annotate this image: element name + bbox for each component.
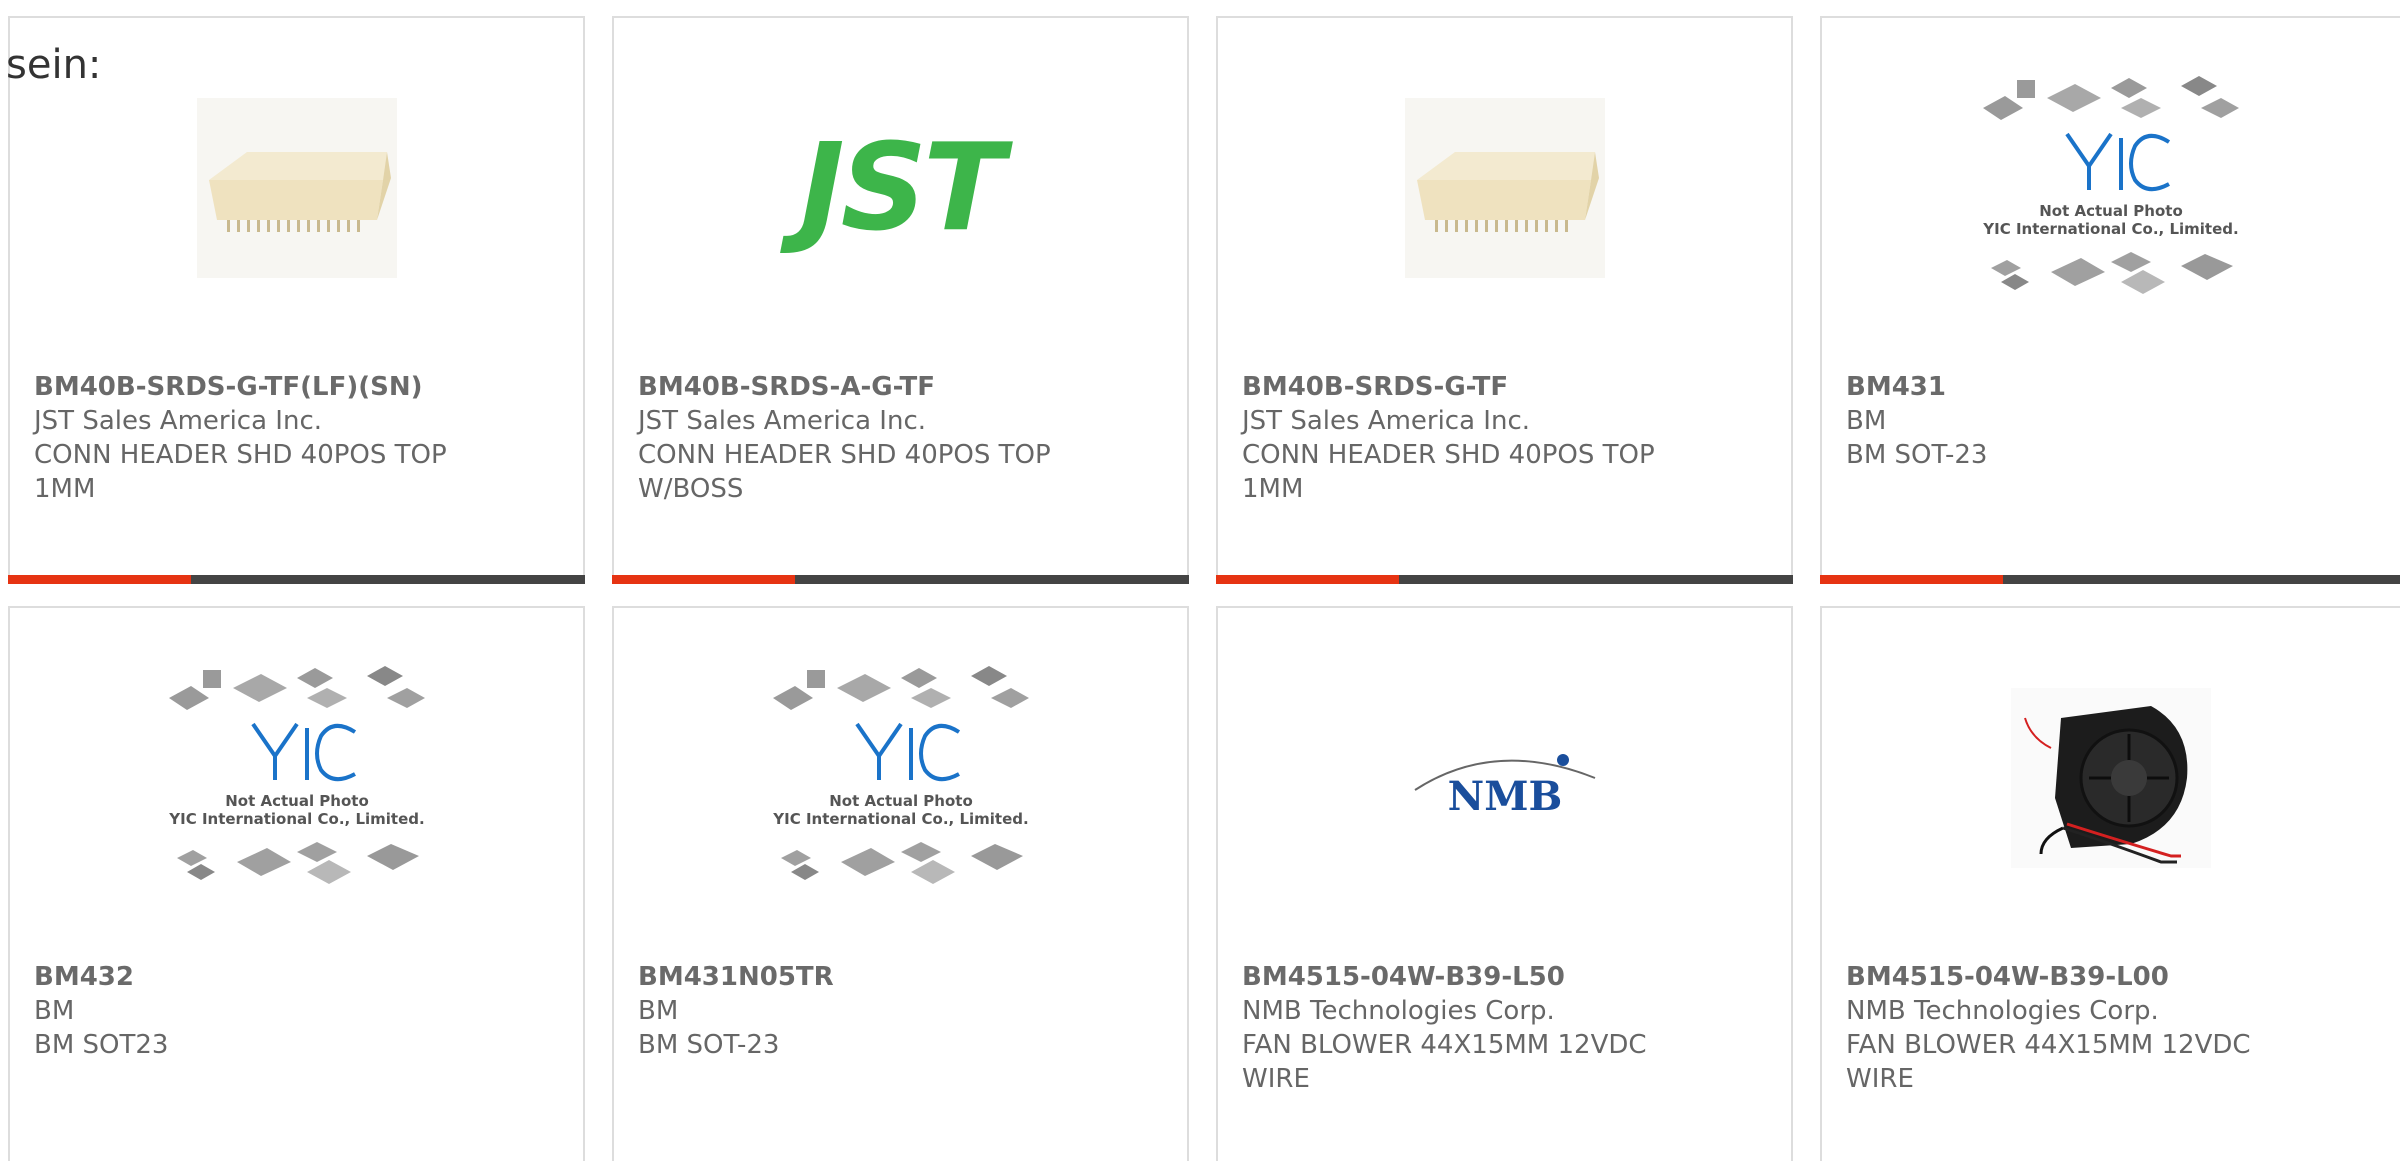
product-info: BM431N05TR BM BM SOT-23	[638, 960, 1163, 1062]
yic-placeholder-image: Not Actual Photo YIC International Co., …	[168, 666, 425, 884]
product-results-page: sein: BM40B-SRDS-G-TF(LF)(SN) JST Sales …	[0, 0, 2400, 1161]
placeholder-caption: YIC International Co., Limited.	[168, 810, 424, 828]
card-accent-bar	[1820, 575, 2003, 584]
description-line: WIRE	[1242, 1064, 1310, 1094]
part-number-link[interactable]: BM40B-SRDS-A-G-TF	[638, 370, 1163, 404]
product-card[interactable]: Not Actual Photo YIC International Co., …	[1820, 16, 2400, 584]
product-info: BM40B-SRDS-G-TF(LF)(SN) JST Sales Americ…	[34, 370, 559, 506]
product-card[interactable]: Not Actual Photo YIC International Co., …	[8, 606, 585, 1161]
yic-placeholder-image: Not Actual Photo YIC International Co., …	[1982, 76, 2239, 294]
placeholder-caption: Not Actual Photo	[225, 792, 369, 810]
part-number-link[interactable]: BM4515-04W-B39-L00	[1846, 960, 2376, 994]
manufacturer: JST Sales America Inc.	[34, 406, 323, 436]
description-line: BM SOT23	[34, 1030, 169, 1060]
part-number-link[interactable]: BM431	[1846, 370, 2376, 404]
product-grid: BM40B-SRDS-G-TF(LF)(SN) JST Sales Americ…	[0, 0, 2400, 1161]
product-info: BM4515-04W-B39-L50 NMB Technologies Corp…	[1242, 960, 1767, 1096]
product-card[interactable]: BM40B-SRDS-G-TF(LF)(SN) JST Sales Americ…	[8, 16, 585, 584]
manufacturer: BM	[1846, 406, 1887, 436]
product-card[interactable]: BM4515-04W-B39-L00 NMB Technologies Corp…	[1820, 606, 2400, 1161]
description-line: CONN HEADER SHD 40POS TOP	[34, 440, 447, 470]
blower-fan-photo	[2011, 688, 2211, 868]
placeholder-caption: Not Actual Photo	[829, 792, 973, 810]
product-image[interactable]: JST	[614, 58, 1187, 318]
product-image[interactable]	[1218, 58, 1791, 318]
placeholder-caption: YIC International Co., Limited.	[772, 810, 1028, 828]
card-bottom-bar	[1820, 575, 2400, 584]
part-number-link[interactable]: BM431N05TR	[638, 960, 1163, 994]
jst-logo-icon: JST	[800, 118, 1005, 258]
product-card[interactable]: NMB BM4515-04W-B39-L50 NMB Technologies …	[1216, 606, 1793, 1161]
description-line: BM SOT-23	[1846, 440, 1988, 470]
product-info: BM4515-04W-B39-L00 NMB Technologies Corp…	[1846, 960, 2376, 1096]
manufacturer: JST Sales America Inc.	[1242, 406, 1531, 436]
yic-placeholder-image: Not Actual Photo YIC International Co., …	[772, 666, 1029, 884]
manufacturer: NMB Technologies Corp.	[1846, 996, 2159, 1026]
product-card[interactable]: Not Actual Photo YIC International Co., …	[612, 606, 1189, 1161]
description-line: 1MM	[1242, 474, 1304, 504]
page-heading: sein:	[6, 42, 102, 88]
description-line: CONN HEADER SHD 40POS TOP	[1242, 440, 1655, 470]
description-line: BM SOT-23	[638, 1030, 780, 1060]
description-line: FAN BLOWER 44X15MM 12VDC	[1846, 1030, 2251, 1060]
product-image[interactable]: Not Actual Photo YIC International Co., …	[10, 648, 583, 908]
part-number-link[interactable]: BM4515-04W-B39-L50	[1242, 960, 1767, 994]
description-line: CONN HEADER SHD 40POS TOP	[638, 440, 1051, 470]
connector-photo	[196, 98, 397, 278]
placeholder-caption: Not Actual Photo	[2039, 202, 2183, 220]
product-info: BM431 BM BM SOT-23	[1846, 370, 2376, 472]
description-line: W/BOSS	[638, 474, 744, 504]
nmb-logo-text: NMB	[1447, 773, 1562, 820]
manufacturer: JST Sales America Inc.	[638, 406, 927, 436]
product-info: BM40B-SRDS-A-G-TF JST Sales America Inc.…	[638, 370, 1163, 506]
card-bottom-bar	[8, 575, 585, 584]
product-image[interactable]: NMB	[1218, 648, 1791, 908]
placeholder-caption: YIC International Co., Limited.	[1982, 220, 2238, 238]
product-info: BM40B-SRDS-G-TF JST Sales America Inc. C…	[1242, 370, 1767, 506]
card-accent-bar	[8, 575, 191, 584]
description-line: 1MM	[34, 474, 96, 504]
manufacturer: BM	[638, 996, 679, 1026]
product-image[interactable]	[10, 58, 583, 318]
connector-photo	[1404, 98, 1605, 278]
card-bottom-bar	[612, 575, 1189, 584]
nmb-logo-icon: NMB	[1413, 754, 1595, 820]
part-number-link[interactable]: BM40B-SRDS-G-TF(LF)(SN)	[34, 370, 559, 404]
description-line: WIRE	[1846, 1064, 1914, 1094]
card-bottom-bar	[1216, 575, 1793, 584]
manufacturer: NMB Technologies Corp.	[1242, 996, 1555, 1026]
description-line: FAN BLOWER 44X15MM 12VDC	[1242, 1030, 1647, 1060]
product-info: BM432 BM BM SOT23	[34, 960, 559, 1062]
product-card[interactable]: BM40B-SRDS-G-TF JST Sales America Inc. C…	[1216, 16, 1793, 584]
part-number-link[interactable]: BM40B-SRDS-G-TF	[1242, 370, 1767, 404]
card-accent-bar	[1216, 575, 1399, 584]
product-card[interactable]: JST BM40B-SRDS-A-G-TF JST Sales America …	[612, 16, 1189, 584]
manufacturer: BM	[34, 996, 75, 1026]
product-image[interactable]: Not Actual Photo YIC International Co., …	[1822, 58, 2400, 318]
card-accent-bar	[612, 575, 795, 584]
product-image[interactable]: Not Actual Photo YIC International Co., …	[614, 648, 1187, 908]
product-image[interactable]	[1822, 648, 2400, 908]
part-number-link[interactable]: BM432	[34, 960, 559, 994]
